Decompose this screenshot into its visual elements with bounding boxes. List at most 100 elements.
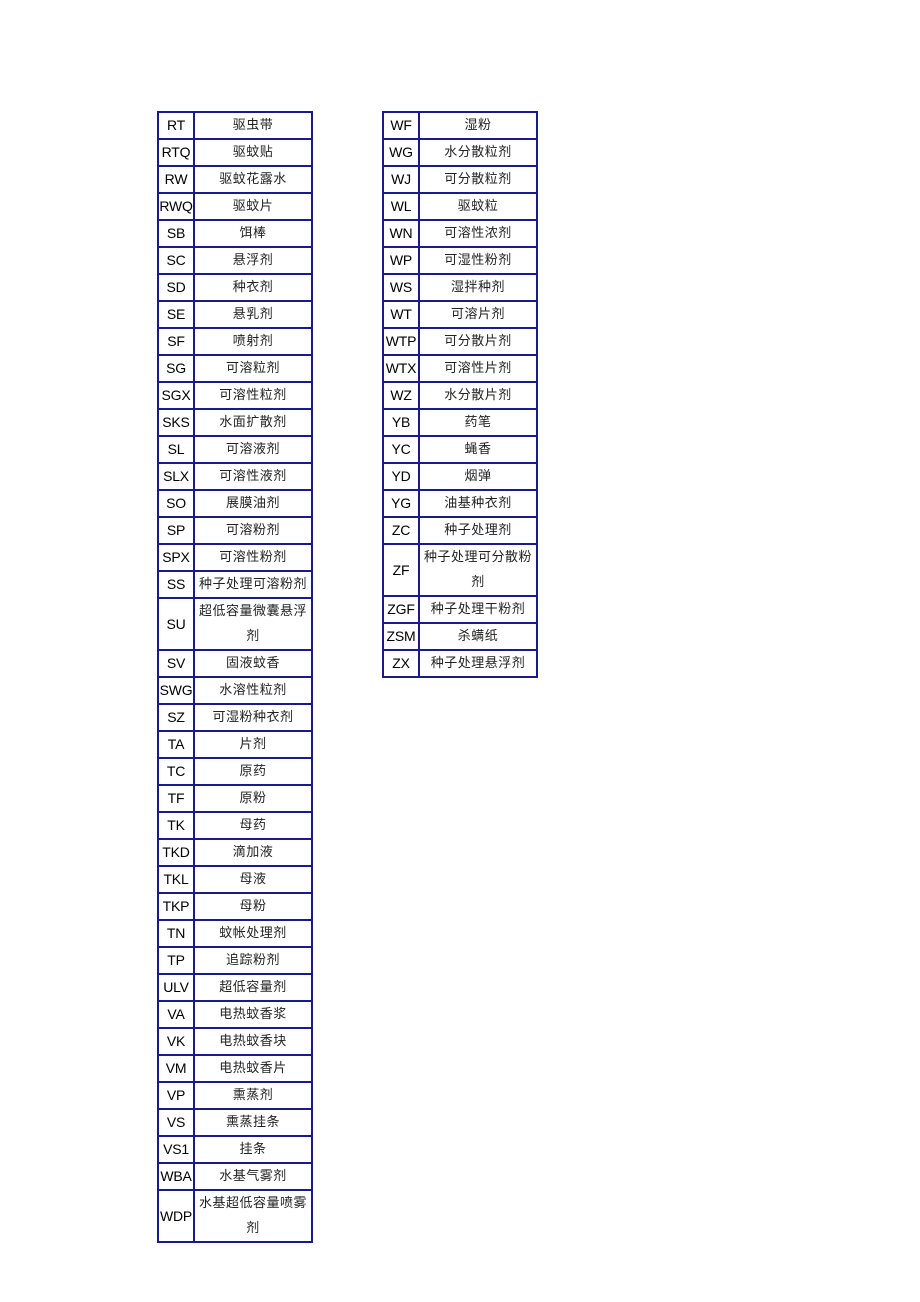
table-row: TC 原药 [157, 757, 313, 786]
table-row: SE 悬乳剂 [157, 300, 313, 329]
formulation-name-cell: 展膜油剂 [193, 489, 313, 518]
table-row: YC 蝇香 [382, 435, 538, 464]
table-row: WTP 可分散片剂 [382, 327, 538, 356]
table-row: ZC 种子处理剂 [382, 516, 538, 545]
formulation-code-cell: VK [157, 1027, 195, 1056]
formulation-code-cell: SPX [157, 543, 195, 572]
table-row: WF 湿粉 [382, 111, 538, 140]
table-row: TKD 滴加液 [157, 838, 313, 867]
formulation-code-cell: SL [157, 435, 195, 464]
formulation-name-cell: 种衣剂 [193, 273, 313, 302]
formulation-code-cell: SB [157, 219, 195, 248]
formulation-name-cell: 喷射剂 [193, 327, 313, 356]
formulation-code-cell: SG [157, 354, 195, 383]
formulation-name-cell: 驱蚊花露水 [193, 165, 313, 194]
formulation-code-cell: SV [157, 649, 195, 678]
formulation-code-cell: SF [157, 327, 195, 356]
formulation-code-cell: ZGF [382, 595, 420, 624]
table-row: RT 驱虫带 [157, 111, 313, 140]
formulation-code-cell: RW [157, 165, 195, 194]
formulation-name-cell: 种子处理剂 [418, 516, 538, 545]
formulation-name-cell: 蝇香 [418, 435, 538, 464]
formulation-code-cell: ZSM [382, 622, 420, 651]
formulation-name-cell: 可溶片剂 [418, 300, 538, 329]
formulation-code-cell: YC [382, 435, 420, 464]
table-body: WF 湿粉 WG 水分散粒剂 WJ 可分散粒剂 WL 驱蚊粒 WN 可溶性浓剂 WP 可湿性粉剂 WS 湿… [382, 111, 538, 678]
formulation-name-cell: 蚊帐处理剂 [193, 919, 313, 948]
table-row: ZSM 杀螨纸 [382, 622, 538, 651]
formulation-name-cell: 母粉 [193, 892, 313, 921]
table-row: SZ 可湿粉种衣剂 [157, 703, 313, 732]
table-row: TK 母药 [157, 811, 313, 840]
table-row: WDP 水基超低容量喷雾剂 [157, 1189, 313, 1243]
formulation-code-cell: TP [157, 946, 195, 975]
table-row: WJ 可分散粒剂 [382, 165, 538, 194]
formulation-code-cell: RTQ [157, 138, 195, 167]
formulation-code-cell: ZX [382, 649, 420, 678]
table-row: SPX 可溶性粉剂 [157, 543, 313, 572]
formulation-name-cell: 悬乳剂 [193, 300, 313, 329]
formulation-name-cell: 悬浮剂 [193, 246, 313, 275]
formulation-name-cell: 电热蚊香浆 [193, 1000, 313, 1029]
formulation-name-cell: 超低容量微囊悬浮剂 [193, 597, 313, 651]
formulation-code-cell: VS1 [157, 1135, 195, 1164]
table-row: WN 可溶性浓剂 [382, 219, 538, 248]
table-row: SKS 水面扩散剂 [157, 408, 313, 437]
formulation-name-cell: 可溶性片剂 [418, 354, 538, 383]
formulation-name-cell: 可溶性液剂 [193, 462, 313, 491]
formulation-code-cell: WS [382, 273, 420, 302]
formulation-code-cell: TC [157, 757, 195, 786]
formulation-name-cell: 驱虫带 [193, 111, 313, 140]
table-row: TKL 母液 [157, 865, 313, 894]
formulation-name-cell: 驱蚊粒 [418, 192, 538, 221]
formulation-name-cell: 驱蚊贴 [193, 138, 313, 167]
formulation-name-cell: 电热蚊香片 [193, 1054, 313, 1083]
table-row: TF 原粉 [157, 784, 313, 813]
formulation-code-cell: ULV [157, 973, 195, 1002]
table-row: SD 种衣剂 [157, 273, 313, 302]
formulation-name-cell: 原药 [193, 757, 313, 786]
formulation-code-cell: VA [157, 1000, 195, 1029]
formulation-code-cell: TKP [157, 892, 195, 921]
formulation-name-cell: 饵棒 [193, 219, 313, 248]
formulation-code-cell: TKL [157, 865, 195, 894]
formulation-code-cell: ZF [382, 543, 420, 597]
formulation-code-cell: WDP [157, 1189, 195, 1243]
table-row: TP 追踪粉剂 [157, 946, 313, 975]
table-row: SS 种子处理可溶粉剂 [157, 570, 313, 599]
formulation-code-table-left: RT 驱虫带 RTQ 驱蚊贴 RW 驱蚊花露水 RWQ 驱蚊片 SB 饵棒 SC 悬浮剂 SD 种衣剂 SE… [157, 111, 313, 1243]
table-row: TA 片剂 [157, 730, 313, 759]
table-row: WBA 水基气雾剂 [157, 1162, 313, 1191]
formulation-code-cell: RT [157, 111, 195, 140]
formulation-code-cell: TF [157, 784, 195, 813]
formulation-name-cell: 熏蒸剂 [193, 1081, 313, 1110]
formulation-name-cell: 湿粉 [418, 111, 538, 140]
formulation-name-cell: 种子处理可分散粉剂 [418, 543, 538, 597]
formulation-name-cell: 可溶性粒剂 [193, 381, 313, 410]
formulation-code-cell: WTX [382, 354, 420, 383]
formulation-code-cell: WN [382, 219, 420, 248]
table-row: TKP 母粉 [157, 892, 313, 921]
formulation-code-cell: SS [157, 570, 195, 599]
table-row: WZ 水分散片剂 [382, 381, 538, 410]
table-row: WG 水分散粒剂 [382, 138, 538, 167]
formulation-code-cell: YD [382, 462, 420, 491]
table-row: YB 药笔 [382, 408, 538, 437]
formulation-name-cell: 药笔 [418, 408, 538, 437]
formulation-name-cell: 水分散片剂 [418, 381, 538, 410]
table-row: YD 烟弹 [382, 462, 538, 491]
formulation-code-cell: SP [157, 516, 195, 545]
formulation-code-cell: RWQ [157, 192, 195, 221]
table-row: RTQ 驱蚊贴 [157, 138, 313, 167]
formulation-name-cell: 挂条 [193, 1135, 313, 1164]
table-row: VM 电热蚊香片 [157, 1054, 313, 1083]
formulation-code-cell: SO [157, 489, 195, 518]
table-row: RWQ 驱蚊片 [157, 192, 313, 221]
formulation-name-cell: 水基气雾剂 [193, 1162, 313, 1191]
formulation-name-cell: 油基种衣剂 [418, 489, 538, 518]
formulation-code-cell: WP [382, 246, 420, 275]
formulation-code-cell: TN [157, 919, 195, 948]
table-row: YG 油基种衣剂 [382, 489, 538, 518]
formulation-name-cell: 可湿性粉剂 [418, 246, 538, 275]
table-row: WT 可溶片剂 [382, 300, 538, 329]
